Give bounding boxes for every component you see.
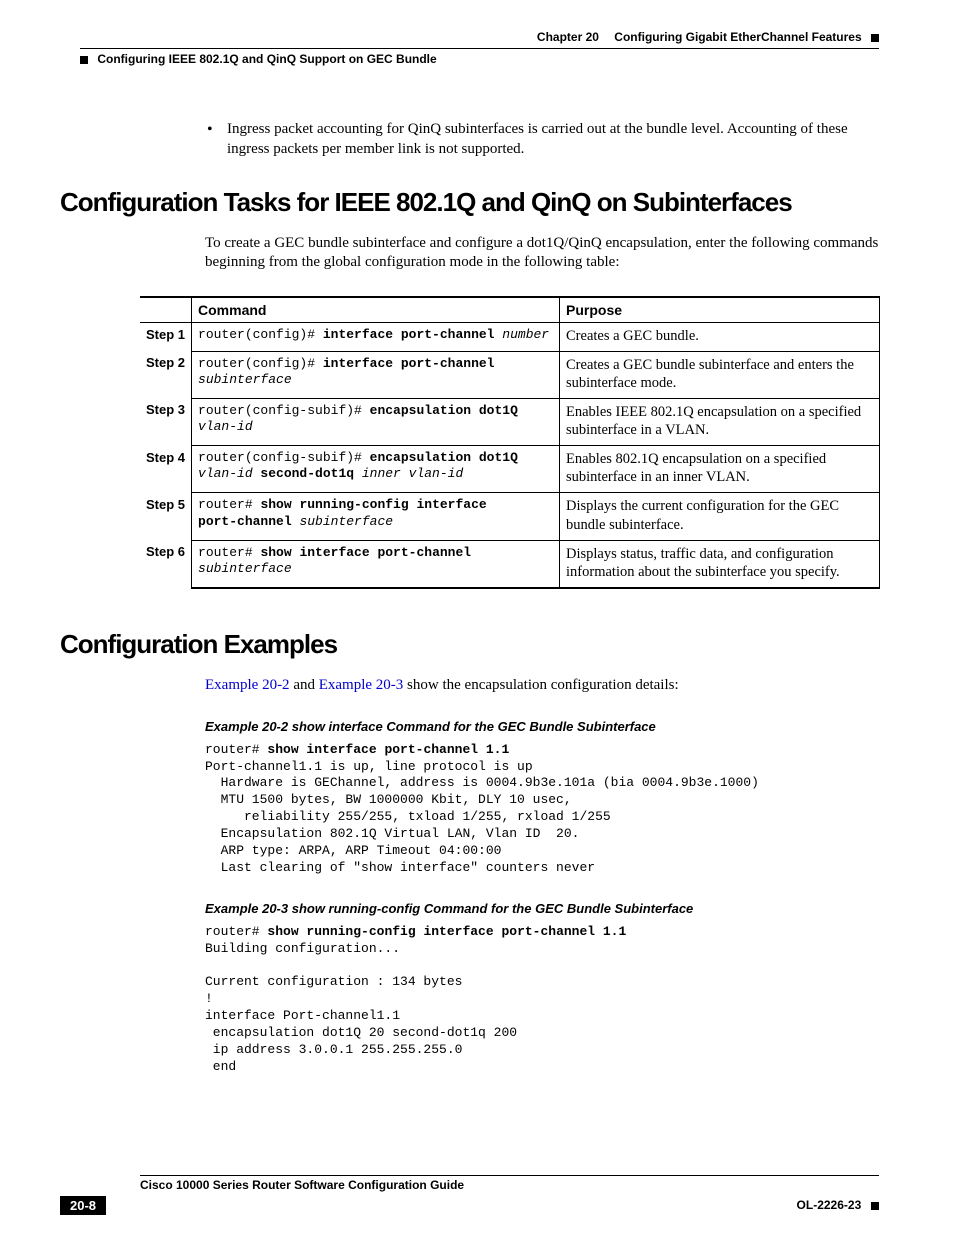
doc-id-wrap: OL-2226-23 bbox=[797, 1197, 879, 1214]
command-cell: router(config)# interface port-channel n… bbox=[192, 322, 560, 351]
table-row: Step 2 router(config)# interface port-ch… bbox=[140, 351, 880, 398]
command-table: Command Purpose Step 1 router(config)# i… bbox=[140, 296, 880, 589]
page-number-badge: 20-8 bbox=[60, 1196, 106, 1215]
doc-id: OL-2226-23 bbox=[797, 1198, 862, 1212]
footer-rule bbox=[140, 1175, 879, 1176]
link-example-20-2[interactable]: Example 20-2 bbox=[205, 677, 290, 693]
command-cell: router(config-subif)# encapsulation dot1… bbox=[192, 398, 560, 445]
bullet-list: Ingress packet accounting for QinQ subin… bbox=[205, 120, 879, 159]
purpose-cell: Displays status, traffic data, and confi… bbox=[560, 540, 880, 588]
command-cell: router(config-subif)# encapsulation dot1… bbox=[192, 446, 560, 493]
footer-guide-title: Cisco 10000 Series Router Software Confi… bbox=[140, 1178, 879, 1192]
content-area: Ingress packet accounting for QinQ subin… bbox=[60, 30, 879, 1076]
table-row: Step 5 router# show running-config inter… bbox=[140, 493, 880, 540]
purpose-cell: Creates a GEC bundle. bbox=[560, 322, 880, 351]
footer: Cisco 10000 Series Router Software Confi… bbox=[60, 1175, 879, 1215]
step-label: Step 3 bbox=[140, 398, 192, 445]
table-row: Step 1 router(config)# interface port-ch… bbox=[140, 322, 880, 351]
purpose-cell: Displays the current configuration for t… bbox=[560, 493, 880, 540]
examples-intro: Example 20-2 and Example 20-3 show the e… bbox=[205, 676, 879, 695]
step-label: Step 4 bbox=[140, 446, 192, 493]
step-label: Step 2 bbox=[140, 351, 192, 398]
heading-config-examples: Configuration Examples bbox=[60, 629, 879, 660]
example-20-3-label: Example 20-3 show running-config Command… bbox=[205, 901, 879, 916]
heading-config-tasks: Configuration Tasks for IEEE 802.1Q and … bbox=[60, 187, 879, 218]
command-cell: router(config)# interface port-channel s… bbox=[192, 351, 560, 398]
running-header-left: Configuring IEEE 802.1Q and QinQ Support… bbox=[80, 52, 437, 66]
command-cell: router# show interface port-channel subi… bbox=[192, 540, 560, 588]
table-head-purpose: Purpose bbox=[560, 297, 880, 323]
link-example-20-3[interactable]: Example 20-3 bbox=[319, 677, 404, 693]
command-cell: router# show running-config interface po… bbox=[192, 493, 560, 540]
chapter-label: Chapter 20 bbox=[537, 30, 599, 44]
chapter-title: Configuring Gigabit EtherChannel Feature… bbox=[614, 30, 861, 44]
bullet-item: Ingress packet accounting for QinQ subin… bbox=[205, 120, 879, 159]
page: Chapter 20 Configuring Gigabit EtherChan… bbox=[0, 0, 954, 1235]
purpose-cell: Creates a GEC bundle subinterface and en… bbox=[560, 351, 880, 398]
running-header-right: Chapter 20 Configuring Gigabit EtherChan… bbox=[537, 30, 879, 44]
table-head-blank bbox=[140, 297, 192, 323]
table-row: Step 4 router(config-subif)# encapsulati… bbox=[140, 446, 880, 493]
section-title: Configuring IEEE 802.1Q and QinQ Support… bbox=[97, 52, 436, 66]
example-20-2-label: Example 20-2 show interface Command for … bbox=[205, 719, 879, 734]
header-rule bbox=[80, 48, 879, 49]
step-label: Step 6 bbox=[140, 540, 192, 588]
example-20-2-code: router# show interface port-channel 1.1 … bbox=[205, 742, 879, 877]
header-rule-start-block bbox=[80, 56, 88, 64]
purpose-cell: Enables IEEE 802.1Q encapsulation on a s… bbox=[560, 398, 880, 445]
intro-paragraph: To create a GEC bundle subinterface and … bbox=[205, 234, 879, 272]
table-head-command: Command bbox=[192, 297, 560, 323]
step-label: Step 1 bbox=[140, 322, 192, 351]
header-rule-end-block bbox=[871, 34, 879, 42]
step-label: Step 5 bbox=[140, 493, 192, 540]
table-row: Step 6 router# show interface port-chann… bbox=[140, 540, 880, 588]
table-row: Step 3 router(config-subif)# encapsulati… bbox=[140, 398, 880, 445]
purpose-cell: Enables 802.1Q encapsulation on a specif… bbox=[560, 446, 880, 493]
footer-rule-end-block bbox=[871, 1202, 879, 1210]
example-20-3-code: router# show running-config interface po… bbox=[205, 924, 879, 1076]
